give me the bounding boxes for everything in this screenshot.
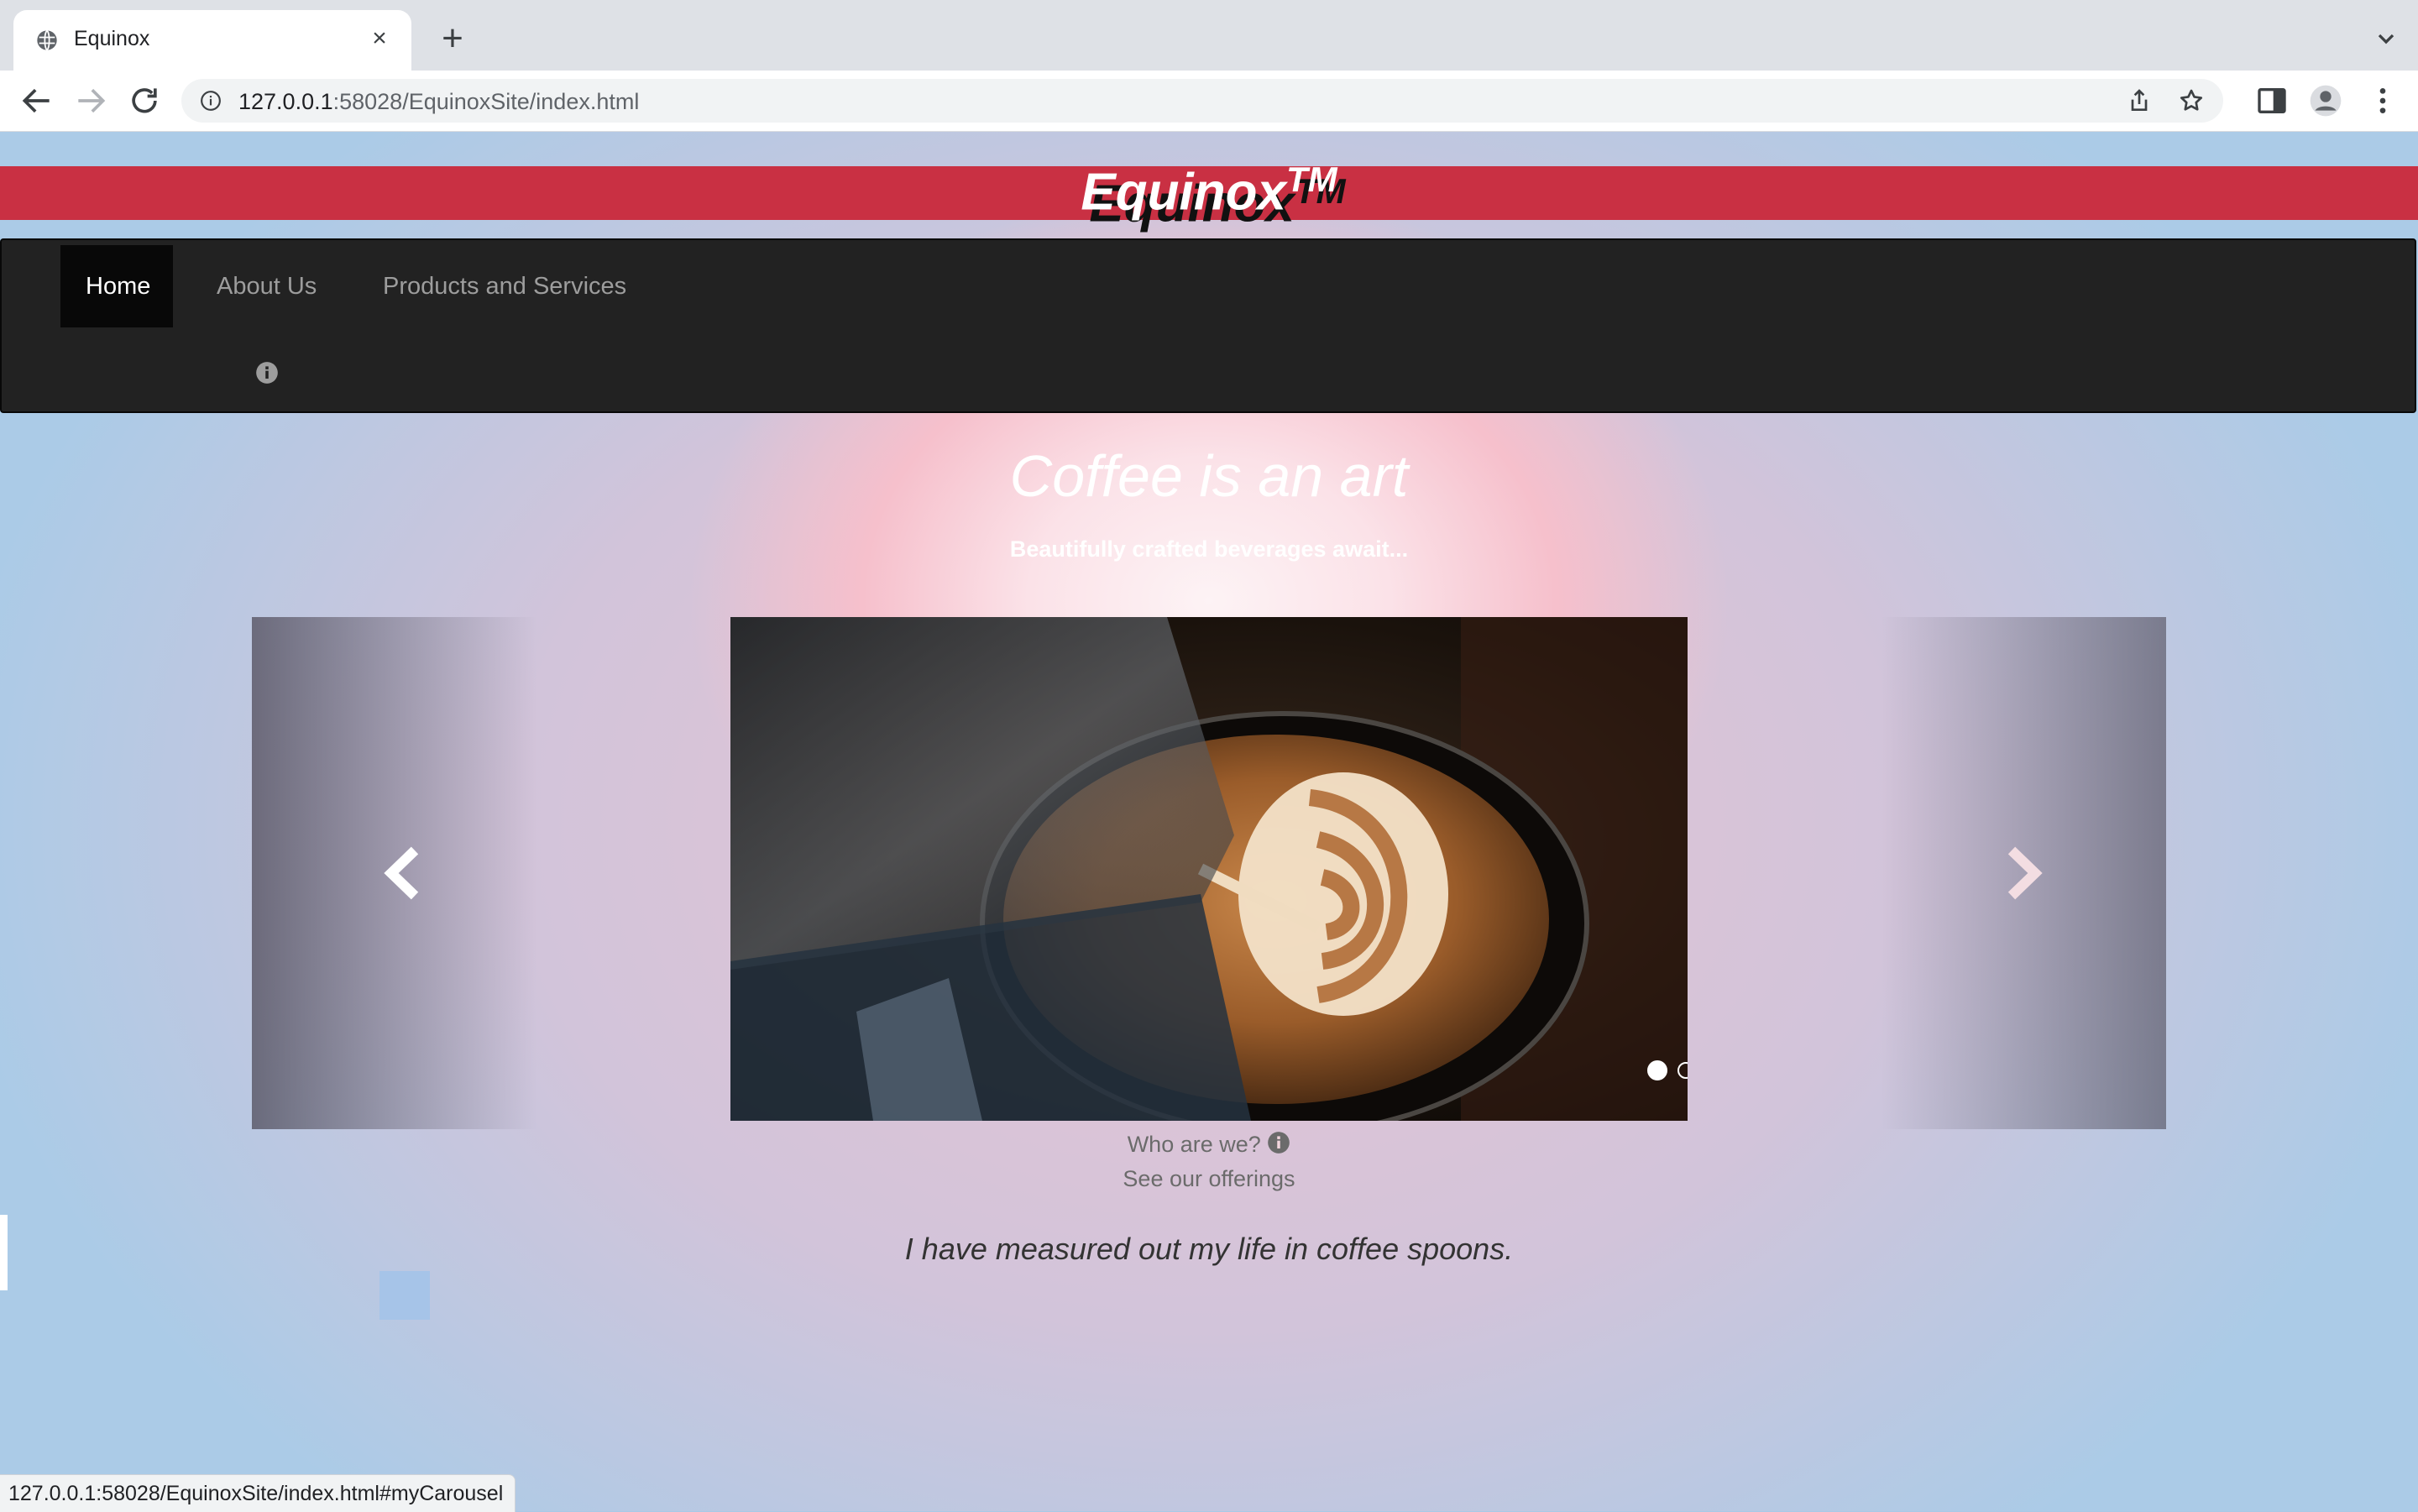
indicator-2[interactable] xyxy=(1677,1062,1688,1079)
status-bar-url: 127.0.0.1:58028/EquinoxSite/index.html#m… xyxy=(0,1474,516,1512)
carousel-prev[interactable] xyxy=(252,617,537,1129)
url-path: :58028/EquinoxSite/index.html xyxy=(332,89,640,114)
back-icon[interactable] xyxy=(18,82,55,119)
site-info-icon[interactable] xyxy=(200,90,222,112)
carousel-next[interactable] xyxy=(1881,617,2166,1129)
side-panel-icon[interactable] xyxy=(2255,84,2289,118)
share-icon[interactable] xyxy=(2126,87,2153,114)
coffee-quote: I have measured out my life in coffee sp… xyxy=(904,1232,1514,1266)
tab-search-chevron-icon[interactable] xyxy=(2373,25,2400,52)
menu-kebab-icon[interactable] xyxy=(2366,84,2400,118)
blue-square xyxy=(379,1271,430,1320)
chevron-left-icon xyxy=(384,846,419,900)
hero-title: Coffee is an art xyxy=(1009,443,1409,509)
hero-subtitle: Beautifully crafted beverages await... xyxy=(1009,536,1409,562)
latte-art-image xyxy=(730,617,1688,1121)
reload-icon[interactable] xyxy=(126,82,163,119)
profile-avatar-icon[interactable] xyxy=(2309,84,2342,118)
indicator-1[interactable] xyxy=(1647,1060,1667,1080)
page-content: EquinoxTM Home About Us Products and Ser… xyxy=(0,132,2418,1511)
forward-icon[interactable] xyxy=(72,82,109,119)
nav-home[interactable]: Home xyxy=(60,245,173,327)
chevron-right-icon xyxy=(2007,846,2043,900)
brand-banner: EquinoxTM xyxy=(0,160,2418,222)
see-offerings-link[interactable]: See our offerings xyxy=(0,1166,2418,1192)
who-are-we-label: Who are we? xyxy=(1127,1132,1261,1157)
tab-title: Equinox xyxy=(74,27,150,50)
info-icon xyxy=(1268,1132,1290,1154)
browser-tab[interactable]: Equinox × xyxy=(13,10,411,71)
bookmark-star-icon[interactable] xyxy=(2178,87,2205,114)
info-icon[interactable] xyxy=(255,361,279,385)
url-text[interactable]: 127.0.0.1:58028/EquinoxSite/index.html xyxy=(238,89,639,115)
who-are-we-link[interactable]: Who are we? xyxy=(0,1131,2418,1158)
nav-about-us[interactable]: About Us xyxy=(191,245,342,327)
globe-icon xyxy=(37,29,57,51)
carousel-slide-latte xyxy=(730,617,1688,1121)
tab-strip: Equinox × + xyxy=(0,0,2418,71)
new-tab-icon[interactable]: + xyxy=(433,20,472,59)
nav-products-services[interactable]: Products and Services xyxy=(358,245,652,327)
brand-logo[interactable]: EquinoxTM xyxy=(0,160,2418,222)
main-navbar: Home About Us Products and Services xyxy=(0,238,2416,413)
side-tab[interactable] xyxy=(0,1215,8,1290)
browser-toolbar: 127.0.0.1:58028/EquinoxSite/index.html xyxy=(0,71,2418,132)
close-tab-icon[interactable]: × xyxy=(363,22,396,55)
brand-name: Equinox xyxy=(1081,163,1286,222)
carousel xyxy=(252,617,2166,1129)
address-bar[interactable]: 127.0.0.1:58028/EquinoxSite/index.html xyxy=(181,79,2223,123)
trademark: TM xyxy=(1285,160,1337,199)
url-host: 127.0.0.1 xyxy=(238,89,333,114)
carousel-indicators xyxy=(1647,1060,1688,1084)
